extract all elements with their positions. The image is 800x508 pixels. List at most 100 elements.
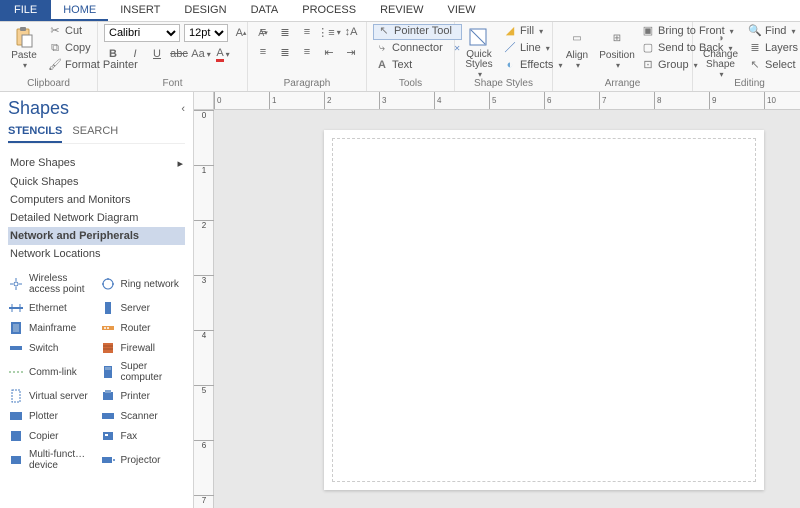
shape-label: Plotter bbox=[29, 411, 58, 422]
shapes-panel: Shapes‹ STENCILS SEARCH More Shapes▸ Qui… bbox=[0, 92, 194, 508]
shape-item[interactable]: Printer bbox=[100, 387, 186, 405]
shape-item[interactable]: Multi-funct… device bbox=[8, 447, 94, 473]
shape-item[interactable]: Switch bbox=[8, 339, 94, 357]
shape-item[interactable]: Firewall bbox=[100, 339, 186, 357]
shape-label: Virtual server bbox=[29, 391, 88, 402]
group-label-clipboard: Clipboard bbox=[0, 78, 97, 89]
underline-button[interactable]: U bbox=[148, 46, 166, 62]
group-label-shape-styles: Shape Styles bbox=[455, 78, 552, 89]
paste-icon bbox=[12, 26, 36, 50]
stencil-more-shapes[interactable]: More Shapes▸ bbox=[8, 154, 185, 173]
stencil-network-peripherals[interactable]: Network and Peripherals bbox=[8, 227, 185, 245]
shape-item[interactable]: Scanner bbox=[100, 407, 186, 425]
shape-item[interactable]: Ring network bbox=[100, 271, 186, 297]
shape-item[interactable]: Router bbox=[100, 319, 186, 337]
shape-icon bbox=[100, 429, 116, 443]
shape-grid: Wireless access pointRing network Etherne… bbox=[8, 271, 185, 473]
group-label-arrange: Arrange bbox=[553, 78, 692, 89]
ribbon-tabs: FILE HOME INSERT DESIGN DATA PROCESS REV… bbox=[0, 0, 800, 22]
shape-label: Super computer bbox=[121, 361, 186, 383]
tab-design[interactable]: DESIGN bbox=[172, 0, 238, 21]
shape-icon bbox=[8, 341, 24, 355]
italic-button[interactable]: I bbox=[126, 46, 144, 62]
connector-icon: ⤷ bbox=[375, 42, 389, 56]
align-right-button[interactable]: ≡ bbox=[298, 44, 316, 60]
shape-label: Ethernet bbox=[29, 303, 67, 314]
paste-label: Paste bbox=[11, 50, 37, 61]
shape-item[interactable]: Mainframe bbox=[8, 319, 94, 337]
text-tool-button[interactable]: AText bbox=[373, 58, 462, 74]
shape-item[interactable]: Projector bbox=[100, 447, 186, 473]
tab-data[interactable]: DATA bbox=[239, 0, 291, 21]
align-left-button[interactable]: ≡ bbox=[254, 44, 272, 60]
bullets-button[interactable]: ⋮≡▾ bbox=[320, 24, 338, 40]
panel-tab-search[interactable]: SEARCH bbox=[72, 125, 118, 143]
shape-item[interactable]: Copier bbox=[8, 427, 94, 445]
shape-item[interactable]: Super computer bbox=[100, 359, 186, 385]
collapse-panel-button[interactable]: ‹ bbox=[181, 103, 185, 115]
stencil-detailed-network[interactable]: Detailed Network Diagram bbox=[8, 209, 185, 227]
align-top-button[interactable]: ≡ bbox=[254, 24, 272, 40]
group-label-paragraph: Paragraph bbox=[248, 78, 366, 89]
tab-process[interactable]: PROCESS bbox=[290, 0, 368, 21]
shape-label: Copier bbox=[29, 431, 58, 442]
select-button[interactable]: ↖Select bbox=[746, 58, 800, 74]
shape-icon bbox=[8, 453, 24, 467]
pointer-tool-button[interactable]: ↖Pointer Tool bbox=[373, 24, 462, 40]
align-bottom-button[interactable]: ≡ bbox=[298, 24, 316, 40]
text-direction-button[interactable]: ↕A bbox=[342, 24, 360, 40]
tab-file[interactable]: FILE bbox=[0, 0, 51, 21]
shape-icon bbox=[100, 409, 116, 423]
strikethrough-button[interactable]: abc bbox=[170, 46, 188, 62]
tab-home[interactable]: HOME bbox=[51, 0, 108, 21]
align-center-button[interactable]: ≣ bbox=[276, 44, 294, 60]
find-button[interactable]: 🔍Find▾ bbox=[746, 24, 800, 40]
panel-tab-stencils[interactable]: STENCILS bbox=[8, 125, 62, 143]
chevron-down-icon: ▾ bbox=[23, 61, 27, 70]
shape-icon bbox=[100, 277, 116, 291]
position-button[interactable]: ⊞Position▾ bbox=[599, 24, 635, 72]
position-icon: ⊞ bbox=[605, 26, 629, 50]
group-icon: ⊡ bbox=[641, 59, 655, 73]
shape-item[interactable]: Plotter bbox=[8, 407, 94, 425]
align-middle-button[interactable]: ≣ bbox=[276, 24, 294, 40]
layers-button[interactable]: ≣Layers bbox=[746, 41, 800, 57]
change-case-button[interactable]: Aa▾ bbox=[192, 46, 210, 62]
paste-button[interactable]: Paste ▾ bbox=[6, 24, 42, 72]
copy-icon: ⧉ bbox=[48, 42, 62, 56]
connector-tool-button[interactable]: ⤷Connector✕ bbox=[373, 41, 462, 57]
stencil-network-locations[interactable]: Network Locations bbox=[8, 245, 185, 263]
stencil-quick-shapes[interactable]: Quick Shapes bbox=[8, 173, 185, 191]
shape-item[interactable]: Fax bbox=[100, 427, 186, 445]
align-button[interactable]: ▭Align▾ bbox=[559, 24, 595, 72]
font-family-combo[interactable]: Calibri bbox=[104, 24, 180, 42]
canvas-area: 012345678910 01234567 bbox=[194, 92, 800, 508]
shape-item[interactable]: Ethernet bbox=[8, 299, 94, 317]
bold-button[interactable]: B bbox=[104, 46, 122, 62]
shape-item[interactable]: Virtual server bbox=[8, 387, 94, 405]
stencil-computers-monitors[interactable]: Computers and Monitors bbox=[8, 191, 185, 209]
drawing-page[interactable] bbox=[324, 130, 764, 490]
shape-item[interactable]: Wireless access point bbox=[8, 271, 94, 297]
line-icon: ／ bbox=[503, 42, 517, 56]
page-background[interactable] bbox=[214, 110, 800, 508]
change-shape-button[interactable]: ◑Change Shape▾ bbox=[699, 24, 742, 81]
tab-insert[interactable]: INSERT bbox=[108, 0, 172, 21]
quick-styles-button[interactable]: Quick Styles▾ bbox=[461, 24, 497, 81]
shape-item[interactable]: Comm-link bbox=[8, 359, 94, 385]
change-shape-icon: ◑ bbox=[709, 26, 733, 50]
group-label-tools: Tools bbox=[367, 78, 454, 89]
align-icon: ▭ bbox=[565, 26, 589, 50]
tab-view[interactable]: VIEW bbox=[435, 0, 487, 21]
effects-icon: ◐ bbox=[503, 59, 517, 73]
send-back-icon: ▢ bbox=[641, 42, 655, 56]
shape-item[interactable]: Server bbox=[100, 299, 186, 317]
tab-review[interactable]: REVIEW bbox=[368, 0, 435, 21]
shape-icon bbox=[8, 365, 24, 379]
font-size-combo[interactable]: 12pt. bbox=[184, 24, 228, 42]
shape-icon bbox=[100, 301, 116, 315]
font-color-button[interactable]: A▾ bbox=[214, 46, 232, 62]
decrease-indent-button[interactable]: ⇤ bbox=[320, 44, 338, 60]
shape-icon bbox=[8, 429, 24, 443]
increase-indent-button[interactable]: ⇥ bbox=[342, 44, 360, 60]
